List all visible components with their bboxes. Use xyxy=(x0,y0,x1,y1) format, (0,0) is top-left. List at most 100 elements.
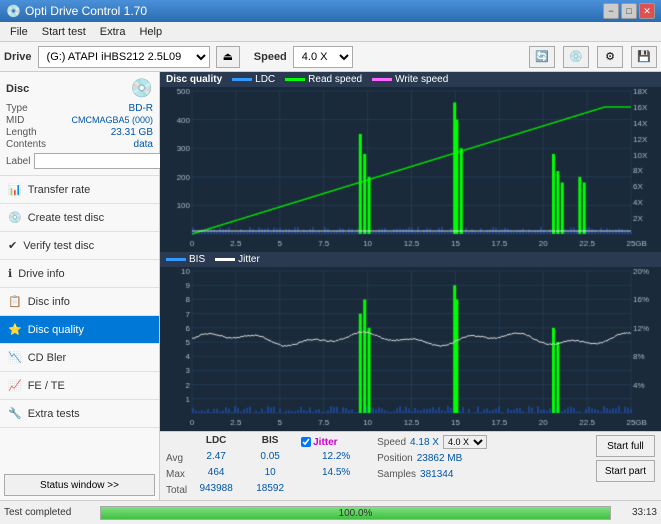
bis-jitter-title-bar: BIS Jitter xyxy=(160,252,661,267)
close-button[interactable]: ✕ xyxy=(639,3,655,19)
status-text: Test completed xyxy=(4,507,94,518)
samples-row: Samples 381344 xyxy=(377,467,487,481)
position-row: Position 23862 MB xyxy=(377,451,487,465)
sidebar: Disc 💿 Type BD-R MID CMCMAGBA5 (000) Len… xyxy=(0,72,160,500)
speed-key: Speed xyxy=(377,437,406,448)
drivebar: Drive (G:) ATAPI iHBS212 2.5L09 ⏏ Speed … xyxy=(0,42,661,72)
disc-length-row: Length 23.31 GB xyxy=(6,127,153,138)
ldc-max: 464 xyxy=(191,467,241,481)
disc-button[interactable]: 💿 xyxy=(563,46,589,68)
disc-panel: Disc 💿 Type BD-R MID CMCMAGBA5 (000) Len… xyxy=(0,72,159,176)
progress-bar: 100.0% xyxy=(100,506,611,520)
menu-start-test[interactable]: Start test xyxy=(36,25,92,39)
drive-eject-button[interactable]: ⏏ xyxy=(216,46,240,68)
jitter-checkbox-row: Jitter xyxy=(301,435,371,449)
drive-select[interactable]: (G:) ATAPI iHBS212 2.5L09 xyxy=(38,46,210,68)
samples-value: 381344 xyxy=(420,469,453,480)
type-value: BD-R xyxy=(129,103,153,114)
sidebar-item-transfer-rate[interactable]: 📊 Transfer rate xyxy=(0,176,159,204)
disc-info-label: Disc info xyxy=(28,296,70,308)
statusbar: Test completed 100.0% 33:13 xyxy=(0,500,661,524)
sidebar-item-create-test-disc[interactable]: 💿 Create test disc xyxy=(0,204,159,232)
bis-max: 10 xyxy=(245,467,295,481)
bis-legend: BIS xyxy=(166,254,205,265)
save-button[interactable]: 💾 xyxy=(631,46,657,68)
jitter-checkbox[interactable] xyxy=(301,437,311,447)
bis-avg: 0.05 xyxy=(245,451,295,465)
menu-extra[interactable]: Extra xyxy=(94,25,132,39)
total-label: Total xyxy=(166,483,187,497)
minimize-button[interactable]: − xyxy=(603,3,619,19)
speed-select[interactable]: 4.0 X 2.0 X 8.0 X xyxy=(293,46,353,68)
status-window-button[interactable]: Status window >> xyxy=(4,474,155,496)
menu-file[interactable]: File xyxy=(4,25,34,39)
menu-help[interactable]: Help xyxy=(133,25,168,39)
mid-value: CMCMAGBA5 (000) xyxy=(71,115,153,126)
verify-test-disc-label: Verify test disc xyxy=(23,240,94,252)
disc-label-row: Label 🖊 xyxy=(6,153,153,169)
label-key: Label xyxy=(6,156,30,167)
ldc-col-header: LDC xyxy=(191,435,241,449)
jitter-legend: Jitter xyxy=(215,254,260,265)
sidebar-item-extra-tests[interactable]: 🔧 Extra tests xyxy=(0,400,159,428)
stats-bar: H Avg Max Total LDC 2.47 464 943988 BIS … xyxy=(160,431,661,500)
disc-header: Disc 💿 xyxy=(6,78,153,99)
start-full-button[interactable]: Start full xyxy=(596,435,655,457)
disc-info-icon: 📋 xyxy=(8,295,22,308)
disc-quality-icon: ⭐ xyxy=(8,323,22,336)
disc-type-row: Type BD-R xyxy=(6,103,153,114)
read-speed-legend: Read speed xyxy=(285,74,362,85)
type-key: Type xyxy=(6,103,28,114)
sidebar-item-fe-te[interactable]: 📈 FE / TE xyxy=(0,372,159,400)
drive-label: Drive xyxy=(4,51,32,63)
sidebar-item-cd-bler[interactable]: 📉 CD Bler xyxy=(0,344,159,372)
disc-quality-chart-title: Disc quality xyxy=(166,74,222,85)
menubar: File Start test Extra Help xyxy=(0,22,661,42)
contents-value: data xyxy=(134,139,153,150)
refresh-button[interactable]: 🔄 xyxy=(529,46,555,68)
app-title: Opti Drive Control 1.70 xyxy=(25,4,147,18)
disc-icon: 💿 xyxy=(131,78,153,99)
sidebar-item-disc-info[interactable]: 📋 Disc info xyxy=(0,288,159,316)
time-text: 33:13 xyxy=(617,507,657,518)
jitter-col: Jitter 12.2% 14.5% xyxy=(301,435,371,481)
top-chart-container xyxy=(160,87,661,252)
speed-select-stats[interactable]: 4.0 X xyxy=(443,435,487,449)
disc-title: Disc xyxy=(6,83,29,95)
contents-key: Contents xyxy=(6,139,46,150)
top-chart-canvas xyxy=(160,87,661,252)
disc-quality-label: Disc quality xyxy=(28,324,84,336)
progress-text: 100.0% xyxy=(101,507,610,521)
bottom-chart-canvas xyxy=(160,267,661,431)
verify-test-disc-icon: ✔ xyxy=(8,239,17,252)
jitter-avg: 12.2% xyxy=(301,451,371,465)
titlebar: 💿 Opti Drive Control 1.70 − □ ✕ xyxy=(0,0,661,22)
start-part-button[interactable]: Start part xyxy=(596,460,655,482)
sidebar-item-disc-quality[interactable]: ⭐ Disc quality xyxy=(0,316,159,344)
speed-info-col: Speed 4.18 X 4.0 X Position 23862 MB Sam… xyxy=(377,435,487,481)
speed-label: Speed xyxy=(254,51,287,63)
settings-button[interactable]: ⚙ xyxy=(597,46,623,68)
create-test-disc-icon: 💿 xyxy=(8,211,22,224)
label-input[interactable] xyxy=(34,153,172,169)
sidebar-item-drive-info[interactable]: ℹ Drive info xyxy=(0,260,159,288)
jitter-col-header: Jitter xyxy=(313,437,337,448)
extra-tests-icon: 🔧 xyxy=(8,407,22,420)
sidebar-item-verify-test-disc[interactable]: ✔ Verify test disc xyxy=(0,232,159,260)
stats-table: H Avg Max Total LDC 2.47 464 943988 BIS … xyxy=(166,435,295,497)
extra-tests-label: Extra tests xyxy=(28,408,80,420)
mid-key: MID xyxy=(6,115,24,126)
main-area: Disc 💿 Type BD-R MID CMCMAGBA5 (000) Len… xyxy=(0,72,661,500)
disc-contents-row: Contents data xyxy=(6,139,153,150)
cd-bler-icon: 📉 xyxy=(8,351,22,364)
transfer-rate-icon: 📊 xyxy=(8,183,22,196)
maximize-button[interactable]: □ xyxy=(621,3,637,19)
disc-mid-row: MID CMCMAGBA5 (000) xyxy=(6,115,153,126)
ldc-total: 943988 xyxy=(191,483,241,497)
action-buttons: Start full Start part xyxy=(596,435,655,482)
titlebar-controls: − □ ✕ xyxy=(603,3,655,19)
stats-row-labels: H Avg Max Total xyxy=(166,435,187,497)
app-icon: 💿 xyxy=(6,4,21,18)
transfer-rate-label: Transfer rate xyxy=(28,184,91,196)
length-key: Length xyxy=(6,127,37,138)
